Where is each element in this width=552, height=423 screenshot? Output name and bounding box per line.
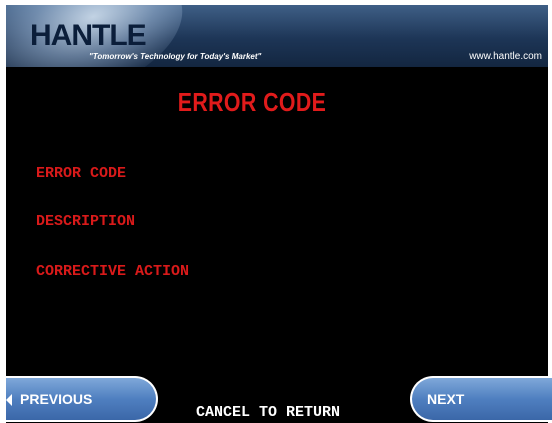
previous-button-label: PREVIOUS bbox=[20, 391, 93, 407]
hantle-logo: HANTLE bbox=[30, 19, 147, 52]
arrow-left-icon bbox=[6, 394, 12, 406]
field-error-code: ERROR CODE bbox=[36, 165, 127, 182]
field-corrective-action: CORRECTIVE ACTION bbox=[36, 263, 190, 280]
atm-screen: HANTLE "Tomorrow's Technology for Today'… bbox=[6, 5, 548, 423]
cancel-to-return-text: CANCEL TO RETURN bbox=[196, 404, 341, 421]
page-title: ERROR CODE bbox=[177, 87, 327, 117]
previous-button[interactable]: PREVIOUS bbox=[6, 376, 158, 422]
next-button-label: NEXT bbox=[427, 391, 465, 407]
tagline: "Tomorrow's Technology for Today's Marke… bbox=[89, 52, 262, 61]
field-description: DESCRIPTION bbox=[36, 213, 136, 230]
next-button[interactable]: NEXT bbox=[410, 376, 552, 422]
header-banner: HANTLE "Tomorrow's Technology for Today'… bbox=[6, 5, 548, 67]
website-url: www.hantle.com bbox=[469, 51, 542, 62]
